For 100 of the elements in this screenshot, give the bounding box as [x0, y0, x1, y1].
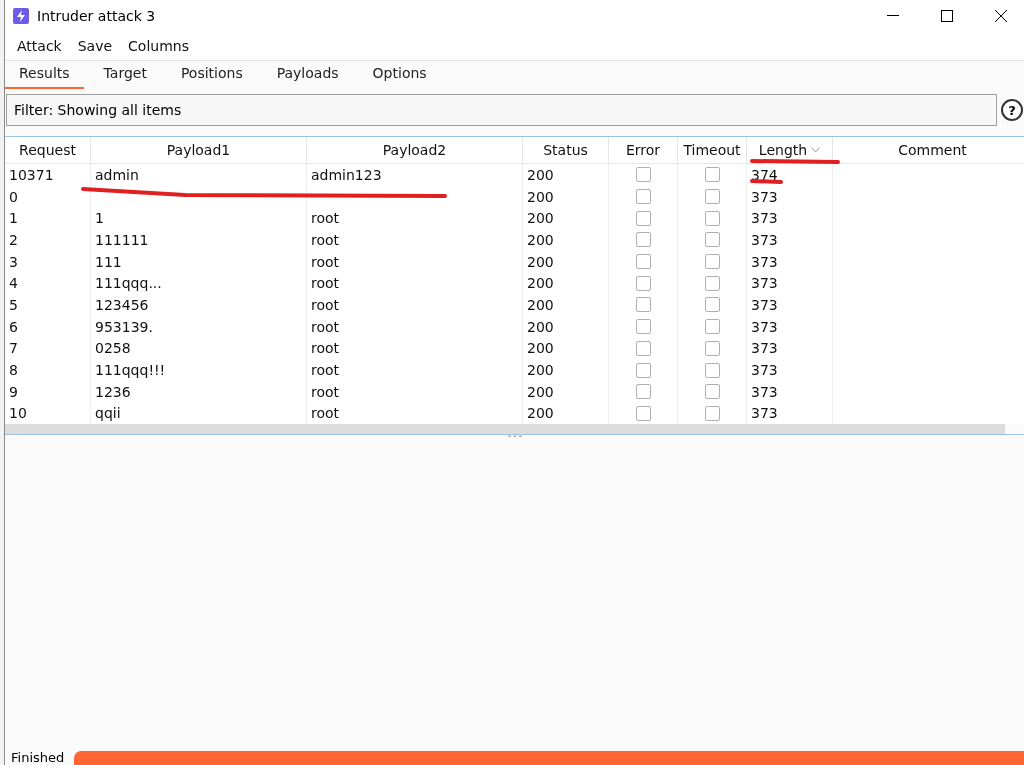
checkbox[interactable] [704, 167, 720, 183]
checkbox[interactable] [704, 210, 720, 226]
menu-item[interactable]: Columns [120, 38, 197, 54]
table-cell: 4 [5, 272, 91, 295]
table-cell: admin [91, 164, 307, 186]
help-button[interactable]: ? [1001, 99, 1023, 121]
column-header[interactable]: Timeout [678, 137, 747, 164]
table-cell: 200 [523, 272, 609, 295]
table-cell: root [307, 380, 523, 403]
filter-bar[interactable]: Filter: Showing all items [6, 94, 997, 126]
table-cell: 373 [747, 272, 833, 295]
table-cell: root [307, 207, 523, 230]
table-cell: 1 [91, 207, 307, 230]
column-label: Timeout [683, 142, 741, 158]
table-cell: 1236 [91, 380, 307, 403]
tab[interactable]: Payloads [262, 65, 353, 89]
maximize-icon [941, 10, 953, 22]
table-cell: 373 [747, 315, 833, 338]
checkbox[interactable] [635, 297, 651, 313]
table-cell: 373 [747, 359, 833, 381]
checkbox[interactable] [704, 362, 720, 378]
column-header[interactable]: Payload1 [91, 137, 307, 164]
table-cell: 3 [5, 250, 91, 273]
table-cell: root [307, 315, 523, 338]
table-cell: 111qqq!!! [91, 359, 307, 381]
table-cell: 200 [523, 185, 609, 208]
column-label: Payload1 [166, 142, 231, 158]
checkbox[interactable] [635, 167, 651, 183]
table-cell: 200 [523, 207, 609, 230]
tab[interactable]: Options [358, 65, 441, 89]
checkbox[interactable] [635, 405, 651, 421]
table-cell: 373 [747, 185, 833, 208]
lightning-icon [13, 8, 29, 24]
table-cell: 7 [5, 337, 91, 360]
column-header[interactable]: Status [523, 137, 609, 164]
checkbox[interactable] [635, 210, 651, 226]
column-label: Length [758, 142, 808, 158]
table-cell: 0258 [91, 337, 307, 360]
annotation-stroke [750, 179, 783, 184]
table-cell: 200 [523, 229, 609, 251]
table-cell: root [307, 294, 523, 316]
table-cell: 10371 [5, 164, 91, 186]
menu-item[interactable]: Attack [9, 38, 70, 54]
table-cell: 200 [523, 164, 609, 186]
tab[interactable]: Results [5, 65, 84, 89]
column-label: Request [19, 142, 76, 158]
table-cell: 200 [523, 315, 609, 338]
table-cell: root [307, 229, 523, 251]
table-cell: 373 [747, 250, 833, 273]
table-cell: 373 [747, 294, 833, 316]
column-label: Error [625, 142, 661, 158]
table-cell: 200 [523, 380, 609, 403]
checkbox[interactable] [704, 232, 720, 248]
menu-item[interactable]: Save [69, 38, 121, 54]
checkbox[interactable] [704, 189, 720, 205]
column-label: Comment [898, 142, 967, 158]
checkbox[interactable] [704, 254, 720, 270]
table-cell: 373 [747, 207, 833, 230]
checkbox[interactable] [635, 189, 651, 205]
checkbox[interactable] [704, 275, 720, 291]
checkbox[interactable] [704, 319, 720, 335]
checkbox[interactable] [635, 340, 651, 356]
tab[interactable]: Target [89, 65, 161, 89]
table-cell: 2 [5, 229, 91, 251]
checkbox[interactable] [635, 384, 651, 400]
table-cell: 373 [747, 337, 833, 360]
table-cell: 200 [523, 250, 609, 273]
checkbox[interactable] [635, 362, 651, 378]
splitter-handle-icon[interactable] [507, 435, 522, 437]
column-header[interactable]: Payload2 [307, 137, 523, 164]
checkbox[interactable] [704, 340, 720, 356]
table-cell: root [307, 272, 523, 295]
table-cell: 9 [5, 380, 91, 403]
checkbox[interactable] [704, 297, 720, 313]
table-cell: admin123 [307, 164, 523, 186]
checkbox[interactable] [704, 405, 720, 421]
table-cell: 200 [523, 294, 609, 316]
window-title: Intruder attack 3 [37, 8, 157, 24]
table-cell: 374 [747, 164, 833, 186]
checkbox[interactable] [635, 254, 651, 270]
minimize-icon [887, 15, 899, 17]
checkbox[interactable] [635, 275, 651, 291]
checkbox[interactable] [704, 384, 720, 400]
table-cell: 5 [5, 294, 91, 316]
table-cell: 6 [5, 315, 91, 338]
tab[interactable]: Positions [166, 65, 257, 89]
column-label: Payload2 [382, 142, 447, 158]
table-cell: 111 [91, 250, 307, 273]
table-cell: 8 [5, 359, 91, 381]
horizontal-scrollbar[interactable] [5, 424, 1005, 435]
checkbox[interactable] [635, 232, 651, 248]
status-text: Finished [11, 751, 65, 764]
table-cell: 200 [523, 337, 609, 360]
table-cell: 373 [747, 380, 833, 403]
table-cell: 0 [5, 185, 91, 208]
table-cell: 111111 [91, 229, 307, 251]
table-cell: 953139. [91, 315, 307, 338]
column-header[interactable]: Request [5, 137, 91, 164]
column-header[interactable]: Error [609, 137, 678, 164]
checkbox[interactable] [635, 319, 651, 335]
